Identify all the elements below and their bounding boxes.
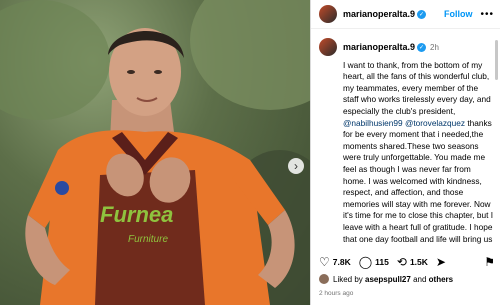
sponsor-logo: Furnea [100, 202, 173, 227]
liker-username[interactable]: asepspull27 [365, 275, 411, 284]
post-actions: ♡ 7.8K ◯ 115 ⟲ 1.5K ➤ ⚑ [319, 254, 495, 270]
caption-text: I want to thank, from the bottom of my h… [343, 48, 495, 246]
instagram-post-view: Furnea Furniture › marianoperalta.9 ✓ Fo… [0, 0, 500, 305]
sponsor-subtext: Furniture [128, 234, 168, 245]
author-avatar[interactable] [319, 5, 337, 23]
heart-icon[interactable]: ♡ [319, 256, 330, 268]
share-action[interactable]: ➤ [436, 256, 446, 268]
caption-username[interactable]: marianoperalta.9 [343, 42, 415, 52]
player-photo: Furnea Furniture [0, 0, 310, 305]
author-username[interactable]: marianoperalta.9 [343, 9, 415, 19]
caption-avatar[interactable] [319, 38, 337, 56]
post-side-panel: marianoperalta.9 ✓ Follow ••• marianoper… [310, 0, 500, 305]
caption-scrollbar[interactable] [495, 40, 498, 80]
caption-part-2: thanks for be every moment that i needed… [343, 117, 492, 209]
more-options-icon[interactable]: ••• [480, 9, 494, 20]
post-time: 2h [430, 42, 439, 52]
repost-action[interactable]: ⟲ 1.5K [397, 256, 428, 268]
comment-icon[interactable]: ◯ [359, 256, 372, 268]
verified-icon: ✓ [417, 42, 427, 52]
repost-icon[interactable]: ⟲ [397, 256, 407, 268]
like-action[interactable]: ♡ 7.8K [319, 256, 351, 268]
liked-by-and: and [413, 274, 427, 284]
mention-link[interactable]: @torovelazquez [405, 118, 465, 128]
liker-avatar[interactable] [319, 274, 329, 284]
bookmark-icon[interactable]: ⚑ [484, 255, 495, 269]
send-icon[interactable]: ➤ [436, 256, 446, 268]
verified-icon: ✓ [417, 9, 427, 19]
liked-by-prefix: Liked by [333, 274, 363, 284]
mention-link[interactable]: @nabilhusien99 [343, 118, 403, 128]
next-image-button[interactable]: › [288, 158, 304, 174]
post-header: marianoperalta.9 ✓ Follow ••• [311, 0, 500, 29]
others-link[interactable]: others [429, 275, 453, 284]
caption-part-1: I want to thank, from the bottom of my h… [343, 59, 491, 116]
post-caption: marianoperalta.9 ✓ 2h I want to thank, f… [319, 38, 495, 246]
comment-count: 115 [375, 257, 389, 267]
liked-by: Liked by asepspull27 and others [319, 274, 453, 284]
posted-ago: 2 hours ago [319, 290, 354, 297]
comment-action[interactable]: ◯ 115 [359, 256, 389, 268]
post-photo[interactable]: Furnea Furniture › [0, 0, 310, 305]
like-count: 7.8K [332, 257, 351, 267]
repost-count: 1.5K [409, 257, 428, 267]
follow-button[interactable]: Follow [444, 9, 473, 19]
